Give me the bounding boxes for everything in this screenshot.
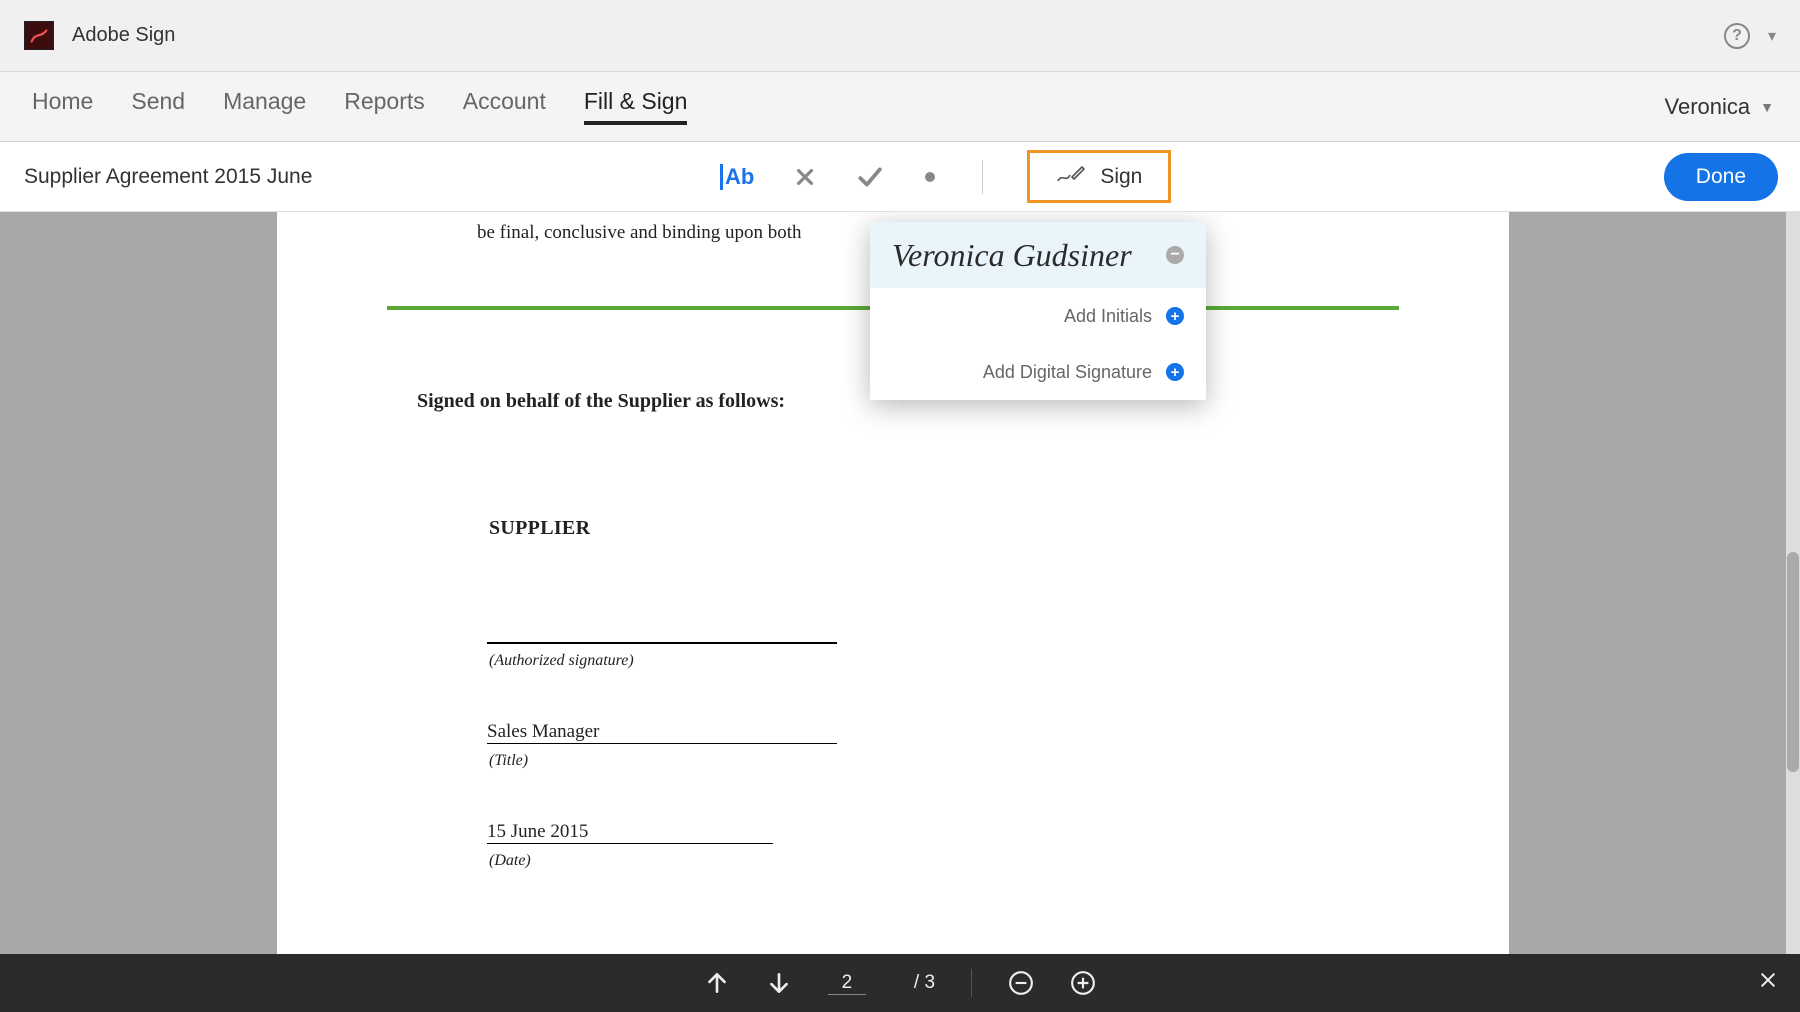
check-mark-tool-icon[interactable] <box>856 164 882 190</box>
add-initials-option[interactable]: Add Initials + <box>870 288 1206 344</box>
tab-manage[interactable]: Manage <box>223 88 306 125</box>
toolbar-divider <box>982 160 983 194</box>
remove-signature-icon[interactable]: − <box>1166 246 1184 264</box>
tab-send[interactable]: Send <box>131 88 185 125</box>
date-line[interactable]: 15 June 2015 <box>487 820 773 844</box>
close-footer-button[interactable] <box>1758 970 1778 996</box>
user-menu[interactable]: Veronica ▼ <box>1665 94 1774 120</box>
sign-button-label: Sign <box>1100 165 1142 189</box>
title-bar: Adobe Sign ? ▾ <box>0 0 1800 72</box>
zoom-out-button[interactable] <box>1008 970 1034 996</box>
document-toolbar: Supplier Agreement 2015 June Ab Sign Don… <box>0 142 1800 212</box>
tab-home[interactable]: Home <box>32 88 93 125</box>
scrollbar-thumb[interactable] <box>1787 552 1799 772</box>
add-digital-label: Add Digital Signature <box>983 362 1152 383</box>
supplier-label: SUPPLIER <box>489 517 1429 540</box>
tab-fill-and-sign[interactable]: Fill & Sign <box>584 88 688 125</box>
page-total: / 3 <box>914 972 935 994</box>
signature-caption: (Authorized signature) <box>489 652 1429 670</box>
signature-line[interactable] <box>487 624 837 644</box>
plus-icon: + <box>1166 307 1184 325</box>
date-caption: (Date) <box>489 852 1429 870</box>
page-footer: / 3 <box>0 954 1800 1012</box>
chevron-down-icon: ▼ <box>1760 99 1774 115</box>
signature-pen-icon <box>1056 163 1086 190</box>
add-initials-label: Add Initials <box>1064 306 1152 327</box>
document-name: Supplier Agreement 2015 June <box>24 165 312 189</box>
done-button[interactable]: Done <box>1664 153 1778 201</box>
date-value: 15 June 2015 <box>487 821 588 843</box>
sign-button[interactable]: Sign <box>1027 150 1171 203</box>
sign-dropdown: Veronica Gudsiner − Add Initials + Add D… <box>870 222 1206 400</box>
app-menu-caret-icon[interactable]: ▾ <box>1768 26 1776 46</box>
help-icon[interactable]: ? <box>1724 23 1750 49</box>
add-digital-signature-option[interactable]: Add Digital Signature + <box>870 344 1206 400</box>
page-up-button[interactable] <box>704 970 730 996</box>
nav-bar: Home Send Manage Reports Account Fill & … <box>0 72 1800 142</box>
document-canvas[interactable]: be final, conclusive and binding upon bo… <box>0 212 1800 954</box>
signature-option[interactable]: Veronica Gudsiner − <box>870 222 1206 288</box>
footer-divider <box>971 969 972 997</box>
x-mark-tool-icon[interactable] <box>794 166 816 188</box>
signature-preview: Veronica Gudsiner <box>892 237 1132 274</box>
app-name: Adobe Sign <box>72 24 175 47</box>
adobe-sign-logo-icon <box>24 21 54 50</box>
dot-tool-icon[interactable] <box>922 169 938 185</box>
page-number-input[interactable] <box>828 972 866 995</box>
page-down-button[interactable] <box>766 970 792 996</box>
zoom-in-button[interactable] <box>1070 970 1096 996</box>
vertical-scrollbar[interactable] <box>1786 212 1800 954</box>
user-name: Veronica <box>1665 94 1751 120</box>
text-tool-icon[interactable]: Ab <box>720 164 754 190</box>
tab-reports[interactable]: Reports <box>344 88 425 125</box>
plus-icon: + <box>1166 363 1184 381</box>
title-caption: (Title) <box>489 752 1429 770</box>
title-value: Sales Manager <box>487 721 599 743</box>
title-line[interactable]: Sales Manager <box>487 720 837 744</box>
tab-account[interactable]: Account <box>463 88 546 125</box>
